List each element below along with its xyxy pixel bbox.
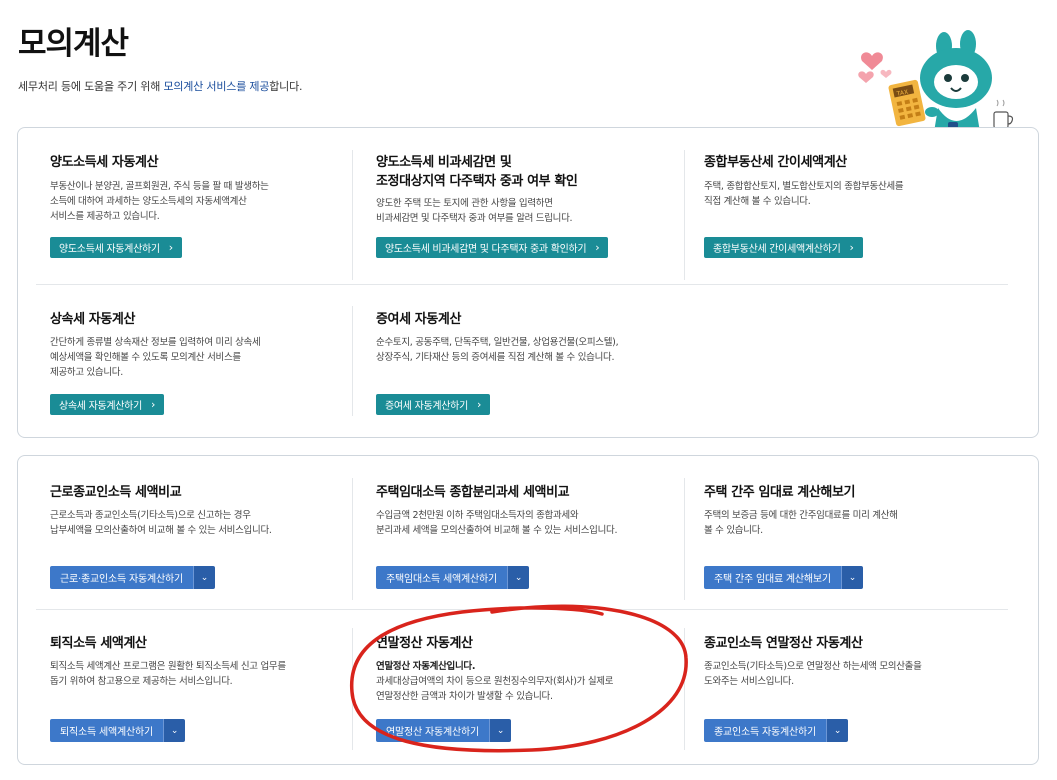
real-estate-tax-calc-button[interactable]: 종합부동산세 간이세액계산하기 ›: [704, 237, 863, 258]
calculator-icon: TAX: [888, 79, 926, 127]
row-divider: [36, 284, 1008, 285]
card-capital-gains-tax: 양도소득세 자동계산 부동산이나 분양권, 골프회원권, 주식 등을 팔 때 발…: [50, 153, 350, 224]
card-title: 증여세 자동계산: [376, 312, 462, 327]
deemed-rent-calc-button[interactable]: 주택 간주 임대료 계산해보기 ⌄: [704, 566, 863, 589]
column-divider: [352, 628, 353, 750]
dropdown-chevron-icon[interactable]: ⌄: [488, 719, 511, 742]
column-divider: [352, 306, 353, 416]
dropdown-chevron-icon[interactable]: ⌄: [162, 719, 185, 742]
card-inheritance-tax: 상속세 자동계산 간단하게 종류별 상속재산 정보를 입력하여 미리 상속세 예…: [50, 310, 350, 380]
exemption-check-button[interactable]: 양도소득세 비과세감면 및 다주택자 중과 확인하기 ›: [376, 237, 609, 258]
card-title: 연말정산 자동계산: [376, 636, 473, 651]
gift-tax-calc-button[interactable]: 증여세 자동계산하기 ›: [376, 394, 491, 415]
card-title: 퇴직소득 세액계산: [50, 636, 147, 651]
column-divider: [352, 150, 353, 280]
year-end-settlement-calc-button[interactable]: 연말정산 자동계산하기 ⌄: [376, 719, 511, 742]
chevron-right-icon: ›: [595, 241, 600, 254]
card-religious-year-end-settlement: 종교인소득 연말정산 자동계산 종교인소득(기타소득)으로 연말정산 하는세액 …: [704, 634, 1004, 689]
card-title: 종교인소득 연말정산 자동계산: [704, 636, 863, 651]
dropdown-chevron-icon[interactable]: ⌄: [825, 719, 848, 742]
card-title: 종합부동산세 간이세액계산: [704, 155, 847, 170]
chevron-right-icon: ›: [168, 241, 173, 254]
retirement-income-calc-button[interactable]: 퇴직소득 세액계산하기 ⌄: [50, 719, 185, 742]
page-title: 모의계산: [18, 26, 129, 62]
column-divider: [684, 150, 685, 280]
coffee-cup-icon: [993, 99, 1014, 129]
card-retirement-income-tax: 퇴직소득 세액계산 퇴직소득 세액계산 프로그램은 원활한 퇴직소득세 신고 업…: [50, 634, 350, 689]
column-divider: [684, 628, 685, 750]
card-title: 상속세 자동계산: [50, 312, 136, 327]
card-title: 양도소득세 자동계산: [50, 155, 159, 170]
column-divider: [684, 478, 685, 600]
card-rental-income-comparison: 주택임대소득 종합분리과세 세액비교 수입금액 2천만원 이하 주택임대소득자의…: [376, 483, 676, 538]
inheritance-tax-calc-button[interactable]: 상속세 자동계산하기 ›: [50, 394, 165, 415]
chevron-right-icon: ›: [150, 398, 156, 411]
row-divider: [36, 609, 1008, 610]
card-deemed-rent: 주택 간주 임대료 계산해보기 주택의 보증금 등에 대한 간주임대료를 미리 …: [704, 483, 1004, 538]
card-title: 주택 간주 임대료 계산해보기: [704, 485, 856, 500]
subtitle-highlight: 모의계산 서비스를 제공: [163, 80, 270, 93]
income-tax-panel: 근로종교인소득 세액비교 근로소득과 종교인소득(기타소득)으로 신고하는 경우…: [17, 455, 1039, 765]
card-year-end-settlement: 연말정산 자동계산 연말정산 자동계산입니다. 과세대상급여액의 차이 등으로 …: [376, 634, 676, 704]
mascot-illustration: TAX: [858, 30, 1014, 136]
card-title: 근로종교인소득 세액비교: [50, 485, 182, 500]
card-capital-gains-exemption: 양도소득세 비과세감면 및 조정대상지역 다주택자 중과 여부 확인 양도한 주택…: [376, 153, 676, 226]
card-title: 주택임대소득 종합분리과세 세액비교: [376, 485, 570, 500]
dropdown-chevron-icon[interactable]: ⌄: [840, 566, 863, 589]
tax-calculation-panel: 양도소득세 자동계산 부동산이나 분양권, 골프회원권, 주식 등을 팔 때 발…: [17, 127, 1039, 438]
rental-income-calc-button[interactable]: 주택임대소득 세액계산하기 ⌄: [376, 566, 529, 589]
chevron-right-icon: ›: [476, 398, 482, 411]
capital-gains-calc-button[interactable]: 양도소득세 자동계산하기 ›: [50, 237, 182, 258]
card-comprehensive-real-estate-tax: 종합부동산세 간이세액계산 주택, 종합합산토지, 별도합산토지의 종합부동산세…: [704, 153, 1004, 209]
dropdown-chevron-icon[interactable]: ⌄: [192, 566, 215, 589]
column-divider: [352, 478, 353, 600]
dropdown-chevron-icon[interactable]: ⌄: [506, 566, 529, 589]
mascot-character: [920, 30, 992, 136]
card-title: 양도소득세 비과세감면 및 조정대상지역 다주택자 중과 여부 확인: [376, 155, 578, 189]
card-religious-income-comparison: 근로종교인소득 세액비교 근로소득과 종교인소득(기타소득)으로 신고하는 경우…: [50, 483, 350, 538]
heart-icon: [858, 52, 892, 83]
page-subtitle: 세무처리 등에 도움을 주기 위해 모의계산 서비스를 제공합니다.: [18, 80, 303, 93]
card-gift-tax: 증여세 자동계산 순수토지, 공동주택, 단독주택, 일반건물, 상업용건물(오…: [376, 310, 676, 365]
religious-year-end-calc-button[interactable]: 종교인소득 자동계산하기 ⌄: [704, 719, 848, 742]
religious-income-calc-button[interactable]: 근로·종교인소득 자동계산하기 ⌄: [50, 566, 215, 589]
chevron-right-icon: ›: [849, 241, 854, 254]
